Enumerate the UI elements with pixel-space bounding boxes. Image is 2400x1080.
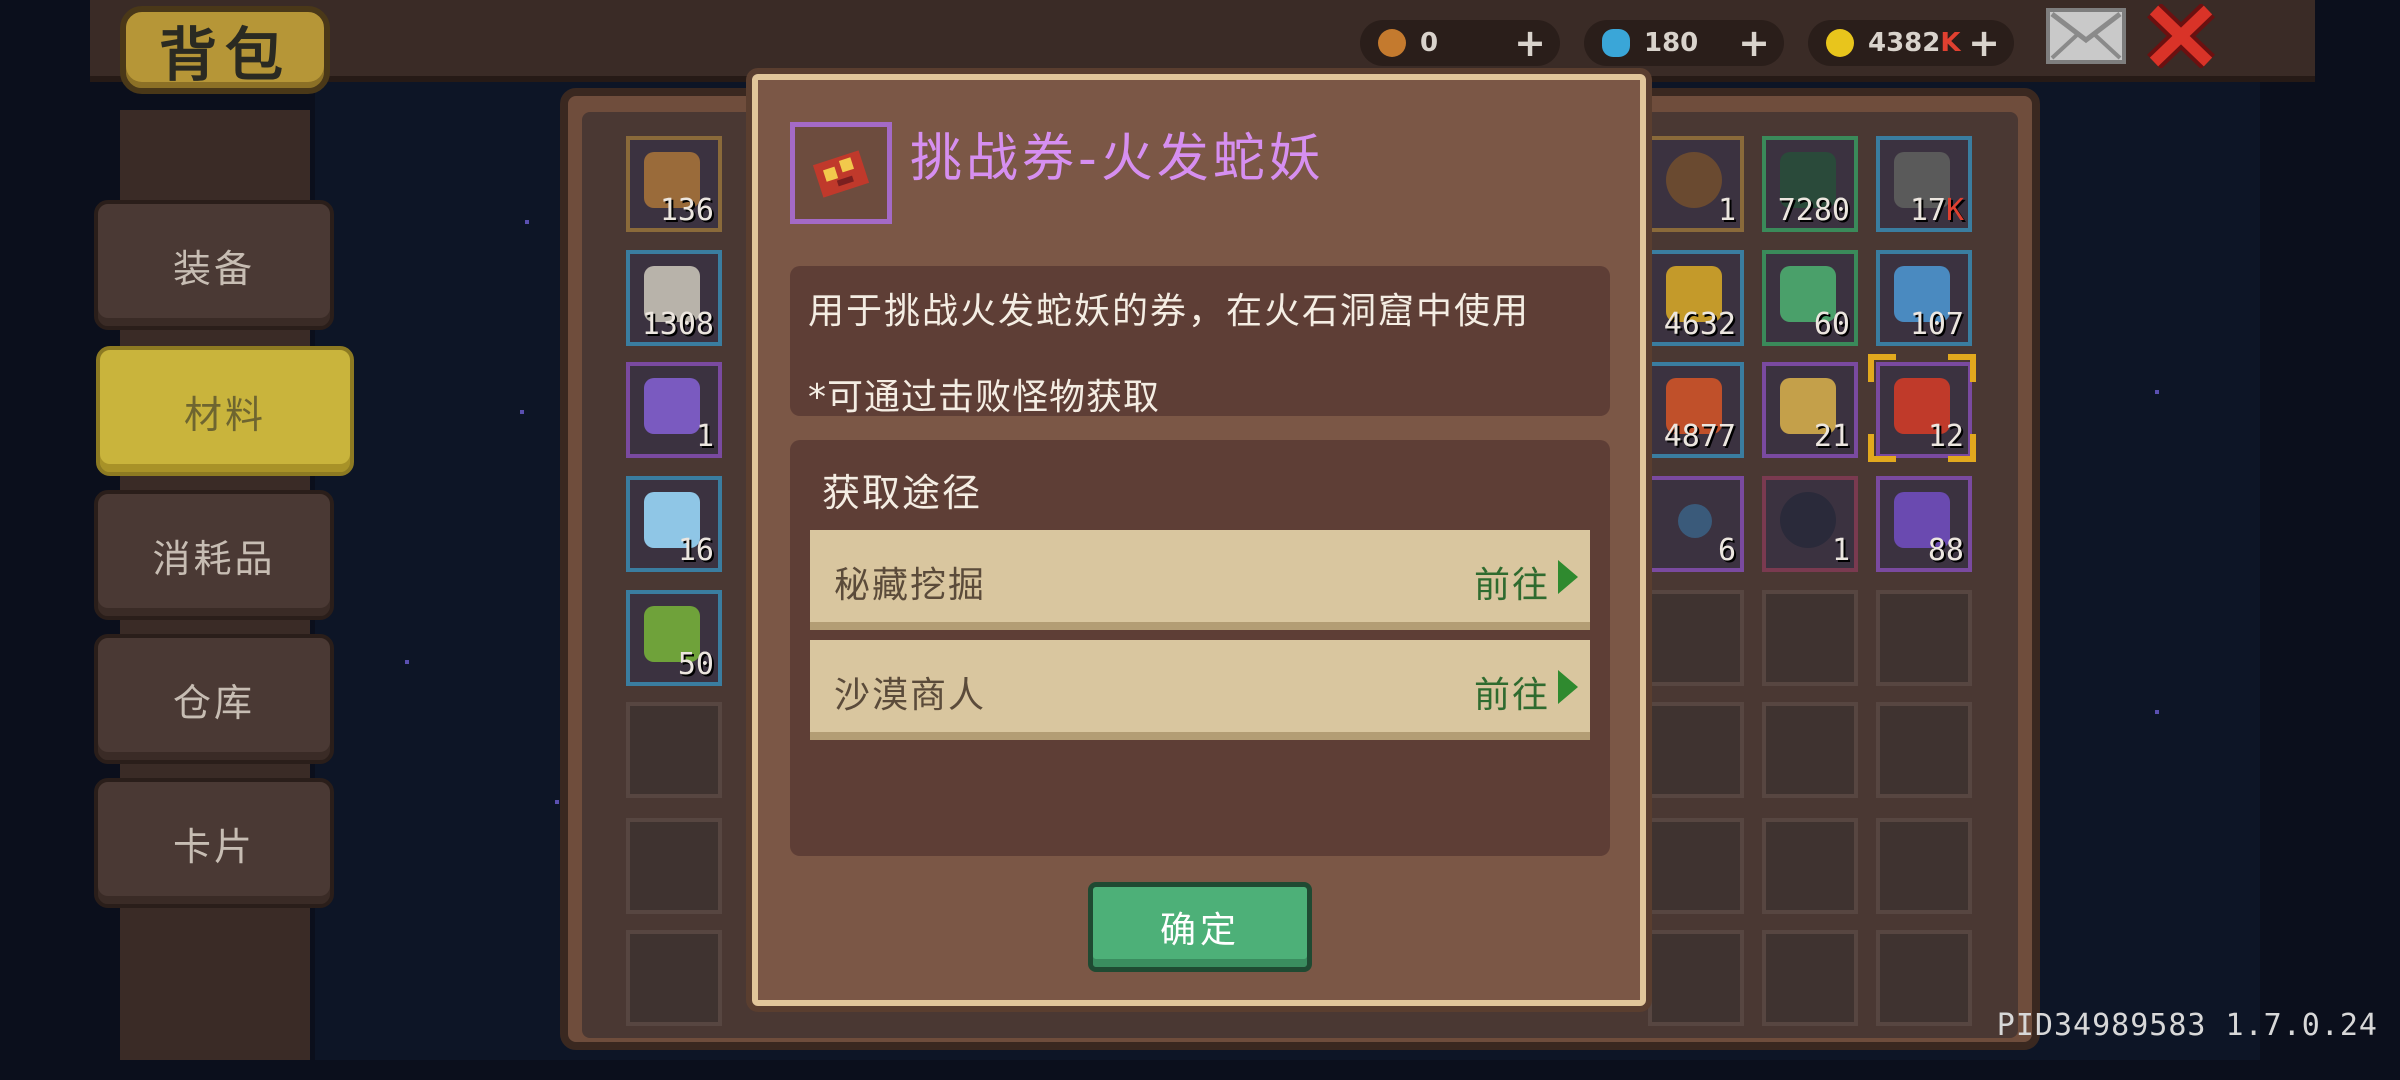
source-row-treasure-dig[interactable]: 秘藏挖掘 前往 — [810, 530, 1590, 630]
star — [2155, 390, 2159, 394]
inventory-slot[interactable]: 60 — [1762, 250, 1858, 346]
tab-materials[interactable]: 材料 — [96, 346, 354, 476]
item-description: 用于挑战火发蛇妖的券，在火石洞窟中使用 — [808, 291, 1531, 332]
horn-icon — [1378, 29, 1406, 57]
tab-equipment[interactable]: 装备 — [94, 200, 334, 330]
currency-gold-value: 4382K — [1868, 28, 1961, 58]
add-horn-button[interactable]: + — [1514, 24, 1546, 62]
inventory-slot[interactable]: 1 — [626, 362, 722, 458]
inventory-slot[interactable]: 107 — [1876, 250, 1972, 346]
inventory-slot-empty[interactable] — [626, 930, 722, 1026]
close-button[interactable] — [2146, 2, 2216, 70]
item-icon-frame — [790, 122, 892, 224]
orb-icon — [1678, 504, 1712, 538]
selection-corner — [1948, 354, 1976, 382]
star — [525, 220, 529, 224]
inventory-slot[interactable]: 88 — [1876, 476, 1972, 572]
version-label: PID34989583 1.7.0.24 — [1996, 1008, 2378, 1043]
page-title: 背包 — [120, 6, 330, 94]
add-gem-button[interactable]: + — [1738, 24, 1770, 62]
inventory-slot-empty[interactable] — [1648, 818, 1744, 914]
selection-corner — [1868, 434, 1896, 462]
star — [405, 660, 409, 664]
item-title: 挑战券-火发蛇妖 — [910, 129, 1325, 189]
add-gold-button[interactable]: + — [1968, 24, 2000, 62]
inventory-slot[interactable]: 50 — [626, 590, 722, 686]
fire-serpent-ticket-icon — [812, 150, 870, 198]
page-title-text: 背包 — [158, 21, 291, 89]
currency-horn: 0 + — [1360, 20, 1560, 66]
play-arrow-icon — [1558, 670, 1578, 704]
inventory-slot-empty[interactable] — [1762, 590, 1858, 686]
star — [520, 410, 524, 414]
envelope-icon — [2050, 12, 2122, 60]
gem-icon — [1602, 29, 1630, 57]
currency-horn-value: 0 — [1420, 28, 1439, 58]
source-row-desert-merchant[interactable]: 沙漠商人 前往 — [810, 640, 1590, 740]
source-name: 沙漠商人 — [834, 675, 987, 716]
inventory-slot[interactable]: 1308 — [626, 250, 722, 346]
inventory-slot-empty[interactable] — [1876, 590, 1972, 686]
currency-gem-value: 180 — [1644, 28, 1699, 58]
confirm-button[interactable]: 确定 — [1088, 882, 1312, 972]
inventory-slot[interactable]: 16 — [626, 476, 722, 572]
item-note: *可通过击败怪物获取 — [808, 377, 1161, 418]
tab-cards[interactable]: 卡片 — [94, 778, 334, 908]
inventory-slot-empty[interactable] — [1648, 930, 1744, 1026]
gold-coin-icon — [1826, 29, 1854, 57]
inventory-slot[interactable]: 4632 — [1648, 250, 1744, 346]
selection-corner — [1868, 354, 1896, 382]
go-button[interactable]: 前往 — [1474, 666, 1550, 718]
heart-orb-icon — [1780, 492, 1836, 548]
inventory-slot-empty[interactable] — [1876, 702, 1972, 798]
mail-button[interactable] — [2046, 8, 2126, 64]
inventory-slot-empty[interactable] — [626, 702, 722, 798]
tab-warehouse[interactable]: 仓库 — [94, 634, 334, 764]
spiral-icon — [1666, 152, 1722, 208]
inventory-slot-empty[interactable] — [1762, 818, 1858, 914]
close-icon — [2147, 2, 2215, 70]
inventory-slot[interactable]: 4877 — [1648, 362, 1744, 458]
star — [2155, 710, 2159, 714]
inventory-slot-empty[interactable] — [1648, 702, 1744, 798]
inventory-slot[interactable]: 136 — [626, 136, 722, 232]
selection-corner — [1948, 434, 1976, 462]
star — [555, 800, 559, 804]
currency-gem: 180 + — [1584, 20, 1784, 66]
inventory-slot[interactable]: 17K — [1876, 136, 1972, 232]
currency-gold: 4382K + — [1808, 20, 2014, 66]
crystal-icon — [644, 378, 700, 434]
inventory-slot[interactable]: 7280 — [1762, 136, 1858, 232]
inventory-slot[interactable]: 1 — [1648, 136, 1744, 232]
inventory-slot-empty[interactable] — [626, 818, 722, 914]
source-name: 秘藏挖掘 — [834, 565, 987, 606]
play-arrow-icon — [1558, 560, 1578, 594]
inventory-slot-empty[interactable] — [1876, 818, 1972, 914]
inventory-slot[interactable]: 21 — [1762, 362, 1858, 458]
inventory-slot-empty[interactable] — [1762, 930, 1858, 1026]
inventory-slot[interactable]: 1 — [1762, 476, 1858, 572]
sources-title: 获取途径 — [822, 471, 983, 515]
inventory-slot-empty[interactable] — [1762, 702, 1858, 798]
tab-consumables[interactable]: 消耗品 — [94, 490, 334, 620]
inventory-slot-empty[interactable] — [1648, 590, 1744, 686]
go-button[interactable]: 前往 — [1474, 556, 1550, 608]
inventory-slot[interactable]: 6 — [1648, 476, 1744, 572]
inventory-slot-empty[interactable] — [1876, 930, 1972, 1026]
